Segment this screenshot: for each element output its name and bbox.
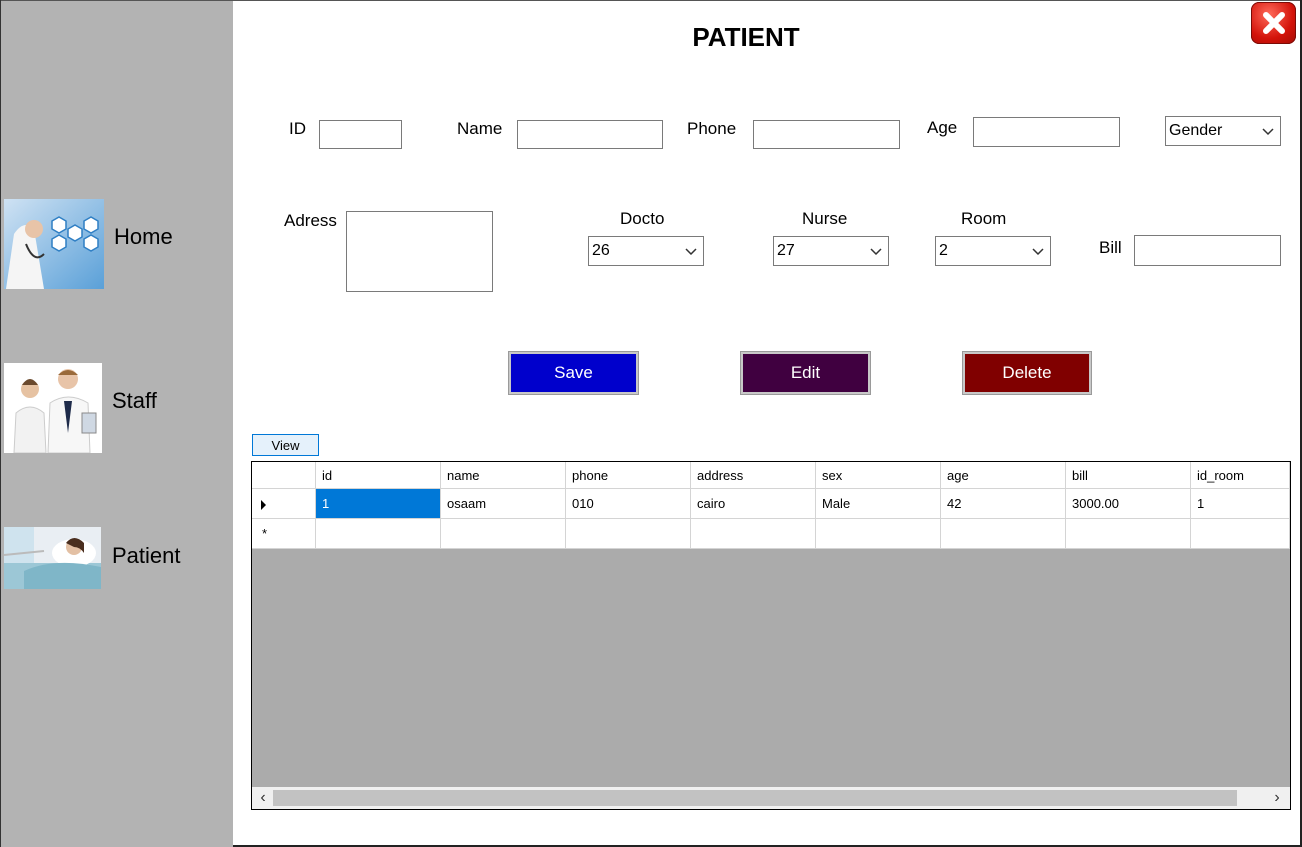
- new-row-marker[interactable]: *: [252, 519, 316, 549]
- delete-button[interactable]: Delete: [962, 351, 1092, 395]
- column-header-phone[interactable]: phone: [566, 462, 691, 489]
- phone-label: Phone: [687, 119, 737, 138]
- column-header-bill[interactable]: bill: [1066, 462, 1191, 489]
- new-row-cell[interactable]: [441, 519, 566, 549]
- view-button[interactable]: View: [252, 434, 319, 456]
- new-row-cell[interactable]: [566, 519, 691, 549]
- sidebar-item-home[interactable]: Home: [0, 199, 233, 291]
- table-cell[interactable]: 010: [566, 489, 691, 519]
- id-label: ID: [289, 119, 306, 138]
- column-header-id-room[interactable]: id_room: [1191, 462, 1290, 489]
- table-cell[interactable]: 1: [1191, 489, 1290, 519]
- sidebar-item-label: Patient: [112, 543, 181, 568]
- address-field[interactable]: [346, 211, 493, 292]
- current-row-arrow-icon: [261, 500, 266, 510]
- page-title: PATIENT: [692, 22, 800, 52]
- table-cell[interactable]: 3000.00: [1066, 489, 1191, 519]
- sidebar: Home Staff Patient: [0, 0, 233, 847]
- sidebar-item-label: Home: [114, 224, 173, 249]
- table-cell[interactable]: cairo: [691, 489, 816, 519]
- room-label: Room: [961, 209, 1007, 228]
- chevron-down-icon: [1262, 128, 1274, 136]
- bill-label: Bill: [1099, 238, 1122, 257]
- table-cell[interactable]: 42: [941, 489, 1066, 519]
- table-cell[interactable]: 1: [316, 489, 441, 519]
- table-cell[interactable]: osaam: [441, 489, 566, 519]
- new-row-cell[interactable]: [691, 519, 816, 549]
- scroll-left-icon[interactable]: ‹: [256, 789, 270, 807]
- age-label: Age: [927, 118, 958, 137]
- row-header[interactable]: [252, 489, 316, 519]
- chevron-down-icon: [685, 248, 697, 256]
- nurse-select-value: 27: [777, 242, 795, 259]
- column-header-address[interactable]: address: [691, 462, 816, 489]
- name-field[interactable]: [517, 120, 663, 149]
- doctor-select-value: 26: [592, 242, 610, 259]
- nurse-label: Nurse: [802, 209, 848, 228]
- new-row-cell[interactable]: [941, 519, 1066, 549]
- sidebar-item-staff[interactable]: Staff: [0, 363, 233, 455]
- home-nav-image: [4, 199, 104, 289]
- chevron-down-icon: [870, 248, 882, 256]
- column-header-id[interactable]: id: [316, 462, 441, 489]
- close-icon: [1262, 12, 1285, 34]
- scroll-right-icon[interactable]: ›: [1270, 789, 1284, 807]
- gender-select-value: Gender: [1169, 122, 1223, 139]
- close-button[interactable]: [1251, 2, 1296, 44]
- sidebar-item-label: Staff: [112, 388, 157, 413]
- window-border-left: [0, 0, 1, 847]
- nurse-select[interactable]: 27: [773, 236, 889, 266]
- name-label: Name: [457, 119, 503, 138]
- column-header-name[interactable]: name: [441, 462, 566, 489]
- patient-nav-image: [4, 527, 101, 589]
- doctor-select[interactable]: 26: [588, 236, 704, 266]
- age-field[interactable]: [973, 117, 1120, 147]
- gender-select[interactable]: Gender: [1165, 116, 1281, 146]
- staff-nav-image: [4, 363, 102, 453]
- horizontal-scrollbar[interactable]: ‹ ›: [252, 787, 1290, 809]
- chevron-down-icon: [1032, 248, 1044, 256]
- table-cell[interactable]: Male: [816, 489, 941, 519]
- window-border-top: [0, 0, 1302, 1]
- id-field[interactable]: [319, 120, 402, 149]
- patient-data-grid[interactable]: id name phone address sex age bill id_ro…: [251, 461, 1291, 810]
- bill-field[interactable]: [1134, 235, 1281, 266]
- sidebar-item-patient[interactable]: Patient: [0, 527, 233, 619]
- doctor-label: Docto: [620, 209, 665, 228]
- phone-field[interactable]: [753, 120, 900, 149]
- new-row-cell[interactable]: [1066, 519, 1191, 549]
- room-select-value: 2: [939, 242, 948, 259]
- column-header-sex[interactable]: sex: [816, 462, 941, 489]
- scrollbar-thumb[interactable]: [273, 790, 1237, 806]
- column-header-age[interactable]: age: [941, 462, 1066, 489]
- edit-button[interactable]: Edit: [740, 351, 871, 395]
- new-row-cell[interactable]: [1191, 519, 1290, 549]
- address-label: Adress: [284, 211, 337, 230]
- grid-corner-header: [252, 462, 316, 489]
- room-select[interactable]: 2: [935, 236, 1051, 266]
- new-row-cell[interactable]: [816, 519, 941, 549]
- save-button[interactable]: Save: [508, 351, 639, 395]
- new-row-cell[interactable]: [316, 519, 441, 549]
